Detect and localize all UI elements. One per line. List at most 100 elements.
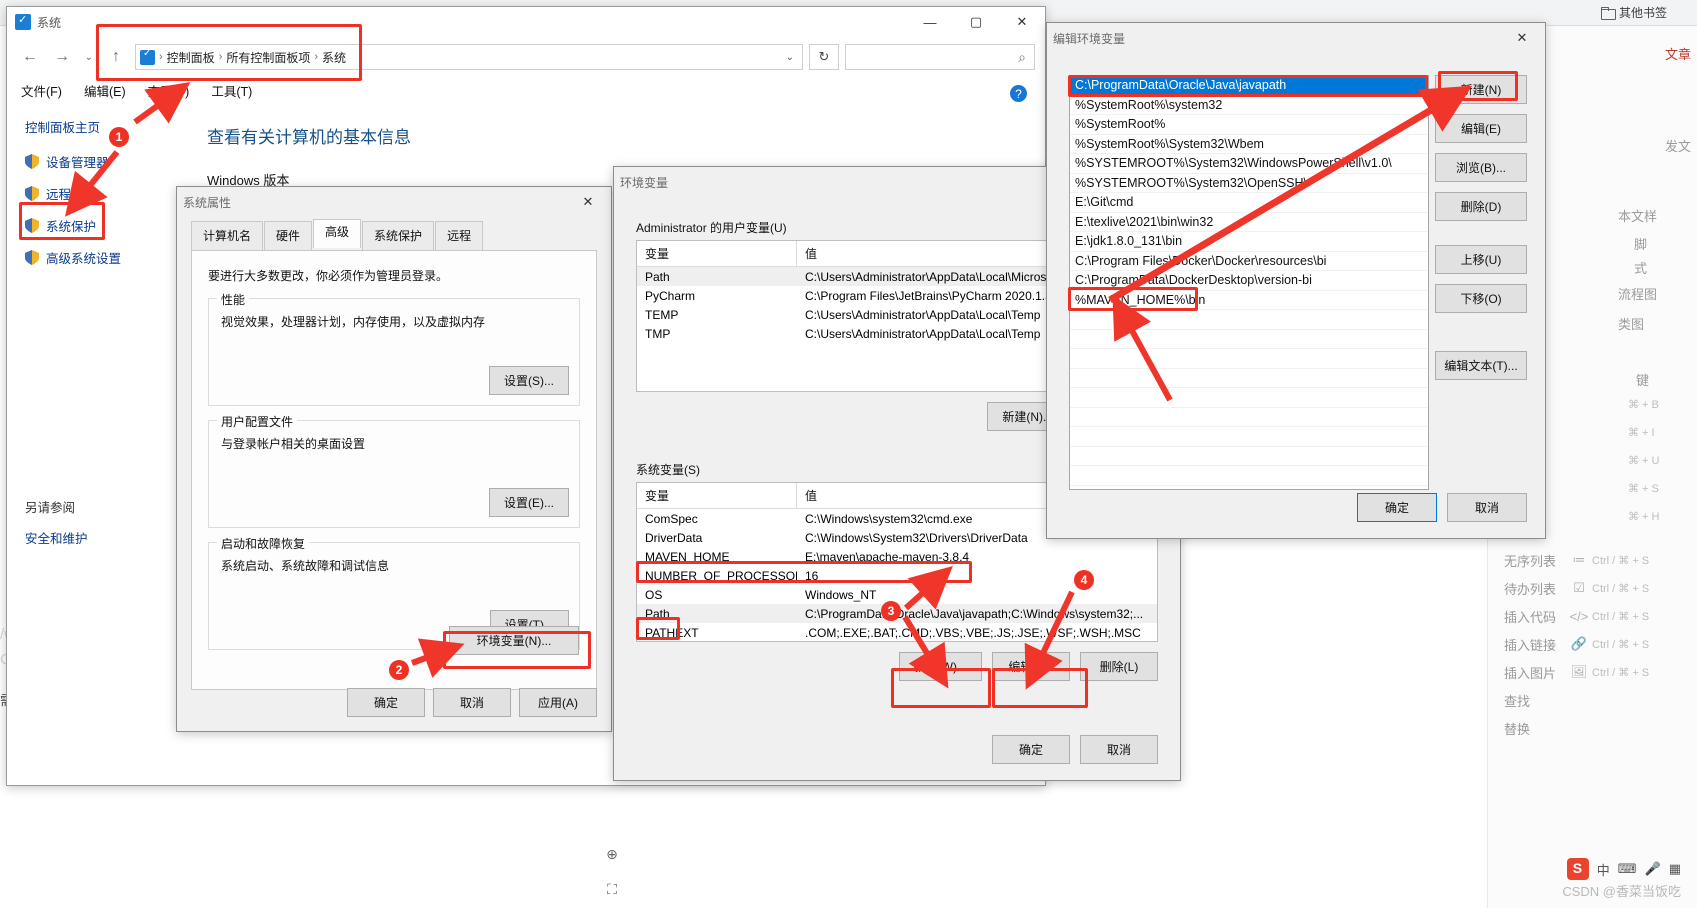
keyboard-icon[interactable]: ⌨ [1618,861,1637,877]
user-profiles-settings-button[interactable]: 设置(E)... [489,488,569,517]
close-button[interactable]: ✕ [999,7,1045,37]
path-entry-row[interactable]: E:\Git\cmd [1070,193,1428,213]
path-entry-row[interactable]: E:\jdk1.8.0_131\bin [1070,232,1428,252]
system-delete-button[interactable]: 删除(L) [1080,652,1158,681]
ime-language-indicator[interactable]: 中 [1597,860,1610,879]
menu-tools[interactable]: 工具(T) [211,81,252,100]
rail-item-replace[interactable]: 替换 [1504,714,1694,742]
tab-advanced[interactable]: 高级 [313,219,362,248]
sogou-ime-icon[interactable] [1566,858,1589,880]
sidebar-item-home[interactable]: 控制面板主页 [25,117,165,136]
tab-hardware[interactable]: 硬件 [264,221,313,250]
path-entry-row[interactable]: %SystemRoot%\System32\Wbem [1070,135,1428,154]
forward-button[interactable]: → [49,44,75,70]
edit-button[interactable]: 编辑(E) [1435,114,1527,143]
cancel-button[interactable]: 取消 [1447,493,1527,522]
recent-locations-button[interactable]: ⌄ [81,44,97,70]
ok-button[interactable]: 确定 [347,688,425,717]
path-entry-row-empty[interactable] [1070,408,1428,427]
rail-item-unordered-list[interactable]: 无序列表 ≔ Ctrl / ⌘ + S [1504,546,1694,574]
path-entry-row-empty[interactable] [1070,369,1428,388]
path-entry-row-empty[interactable] [1070,349,1428,369]
path-entry-row[interactable]: %SystemRoot% [1070,115,1428,135]
user-profiles-description: 与登录帐户相关的桌面设置 [221,437,366,451]
system-edit-button[interactable]: 编辑(I)... [992,652,1070,681]
rail-publish-button[interactable]: 发文 [1665,136,1691,155]
close-button[interactable]: ✕ [1499,23,1545,53]
breadcrumb[interactable]: › 控制面板 › 所有控制面板项 › 系统 ⌄ [135,44,803,70]
rail-item-insert-link[interactable]: 插入链接 🔗 Ctrl / ⌘ + S [1504,630,1694,658]
cancel-button[interactable]: 取消 [433,688,511,717]
tab-system-protection[interactable]: 系统保护 [362,221,435,250]
path-entry-row-empty[interactable] [1070,466,1428,486]
rail-style-label-5: 类图 [1618,317,1645,332]
search-input[interactable]: ⌕ [845,44,1035,70]
minimize-button[interactable]: — [907,7,953,37]
path-entry-row-empty[interactable] [1070,310,1428,330]
new-button[interactable]: 新建(N) [1435,75,1527,104]
admin-hint-text: 要进行大多数更改，你必须作为管理员登录。 [208,269,449,283]
back-button[interactable]: ← [17,44,43,70]
up-button[interactable]: ↑ [103,44,129,70]
table-row[interactable]: MAVEN_HOME E:\maven\apache-maven-3.8.4 [637,547,1157,566]
path-entry-list[interactable]: C:\ProgramData\Oracle\Java\javapath %Sys… [1069,75,1429,490]
apply-button[interactable]: 应用(A) [519,688,597,717]
ok-button[interactable]: 确定 [992,735,1070,764]
chevron-down-icon[interactable]: ⌄ [786,52,798,63]
path-entry-row[interactable]: %SystemRoot%\system32 [1070,96,1428,115]
path-entry-row-empty[interactable] [1070,330,1428,349]
edit-text-button[interactable]: 编辑文本(T)... [1435,351,1527,380]
maximize-button[interactable]: ▢ [953,7,999,37]
delete-button[interactable]: 删除(D) [1435,192,1527,221]
breadcrumb-item-system[interactable]: 系统 [322,49,346,66]
help-icon[interactable]: ? [1010,85,1027,102]
move-down-button[interactable]: 下移(O) [1435,284,1527,313]
path-entry-row[interactable]: %MAVEN_HOME%\bin [1070,291,1428,310]
sidebar-item-remote-settings[interactable]: 远程设置 [25,184,165,203]
cancel-button[interactable]: 取消 [1080,735,1158,764]
sidebar-item-advanced-system-settings[interactable]: 高级系统设置 [25,248,165,267]
rail-item-insert-code[interactable]: 插入代码 </> Ctrl / ⌘ + S [1504,602,1694,630]
sidebar-item-system-protection[interactable]: 系统保护 [25,216,165,235]
rail-item-find[interactable]: 查找 [1504,686,1694,714]
rail-item-todo-list[interactable]: 待办列表 ☑ Ctrl / ⌘ + S [1504,574,1694,602]
environment-variables-button[interactable]: 环境变量(N)... [449,626,579,655]
path-entry-row-empty[interactable] [1070,447,1428,466]
ok-button[interactable]: 确定 [1357,493,1437,522]
path-entry-row[interactable]: E:\texlive\2021\bin\win32 [1070,213,1428,232]
sidebar-item-device-manager[interactable]: 设备管理器 [25,152,165,171]
move-up-button[interactable]: 上移(U) [1435,245,1527,274]
edit-environment-variable-dialog: 编辑环境变量 ✕ C:\ProgramData\Oracle\Java\java… [1046,22,1546,539]
path-entry-row[interactable]: %SYSTEMROOT%\System32\OpenSSH\ [1070,174,1428,193]
breadcrumb-root-icon [140,48,155,65]
performance-settings-button[interactable]: 设置(S)... [489,366,569,395]
see-also-link-security-maintenance[interactable]: 安全和维护 [25,528,165,547]
browse-button[interactable]: 浏览(B)... [1435,153,1527,182]
rail-item-insert-image[interactable]: 插入图片 🖼 Ctrl / ⌘ + S [1504,658,1694,686]
path-entry-row[interactable]: %SYSTEMROOT%\System32\WindowsPowerShell\… [1070,154,1428,174]
path-entry-row[interactable]: C:\ProgramData\DockerDesktop\version-bi [1070,271,1428,291]
panel-icon[interactable]: ▦ [1669,861,1681,877]
system-new-button[interactable]: 新建(W)... [898,652,982,681]
path-entry-row[interactable]: C:\Program Files\Docker\Docker\resources… [1070,252,1428,271]
other-bookmarks-button[interactable]: 其他书签 [1600,4,1667,21]
path-entry-row[interactable]: C:\ProgramData\Oracle\Java\javapath [1070,76,1428,96]
close-button[interactable]: ✕ [565,187,611,217]
table-row[interactable]: PATHEXT .COM;.EXE;.BAT;.CMD;.VBS;.VBE;.J… [637,623,1157,642]
microphone-icon[interactable]: 🎤 [1645,861,1661,877]
expand-icon[interactable]: ⛶ [600,881,624,898]
other-bookmarks-label: 其他书签 [1618,6,1667,20]
tab-remote[interactable]: 远程 [435,221,484,250]
path-entry-row-empty[interactable] [1070,388,1428,408]
code-icon: </> [1569,608,1589,624]
refresh-button[interactable]: ↻ [809,44,839,70]
menu-file[interactable]: 文件(F) [21,81,62,100]
menu-edit[interactable]: 编辑(E) [84,81,126,100]
breadcrumb-item-all-items[interactable]: 所有控制面板项 [226,49,310,66]
breadcrumb-item-control-panel[interactable]: 控制面板 [167,49,215,66]
path-entry-row-empty[interactable] [1070,427,1428,447]
crosshair-icon[interactable]: ⊕ [600,846,624,863]
rail-article-button[interactable]: 文章 [1665,44,1691,63]
menu-view[interactable]: 查看(V) [148,81,190,100]
tab-computer-name[interactable]: 计算机名 [191,221,264,250]
